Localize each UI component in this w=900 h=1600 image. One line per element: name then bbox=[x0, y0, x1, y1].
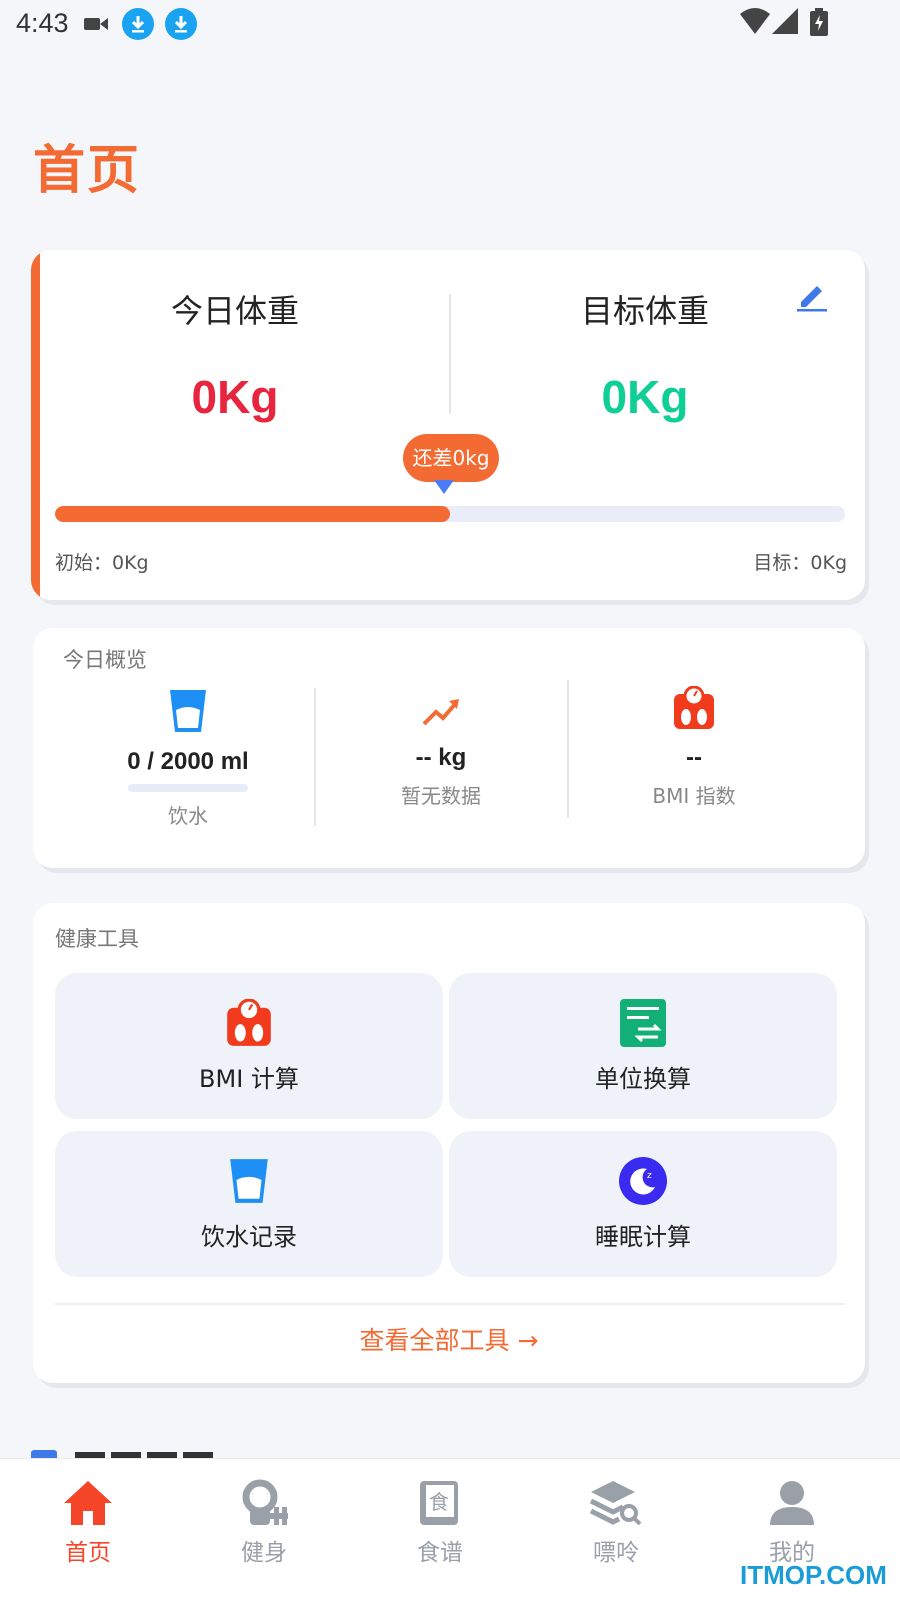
tab-fitness[interactable]: 健身 bbox=[204, 1479, 324, 1567]
weight-progress-fill bbox=[55, 506, 450, 522]
scale-icon bbox=[673, 685, 715, 734]
target-weight-label: 目标体重 bbox=[580, 292, 709, 330]
tools-separator bbox=[55, 1303, 845, 1305]
weight-card: 今日体重 0Kg 目标体重 0Kg 还差0kg 初始：0Kg 目标：0Kg bbox=[31, 250, 865, 600]
tab-label: 首页 bbox=[65, 1540, 111, 1566]
goal-weight: 目标：0Kg bbox=[753, 552, 847, 574]
tool-bmi-calculator[interactable]: BMI 计算 bbox=[55, 973, 443, 1119]
water-progress-bar bbox=[128, 784, 248, 792]
weight-difference-badge: 还差0kg bbox=[403, 434, 499, 482]
home-icon bbox=[62, 1481, 114, 1531]
water-stat[interactable]: 0 / 2000 ml 饮水 bbox=[63, 688, 313, 829]
today-weight-label: 今日体重 bbox=[170, 292, 299, 330]
status-bar: 4:43 bbox=[0, 0, 900, 48]
overview-card: 今日概览 0 / 2000 ml 饮水 -- kg 暂无数据 -- BMI 指数 bbox=[33, 628, 865, 868]
tab-home[interactable]: 首页 bbox=[28, 1479, 148, 1567]
tool-label: 睡眠计算 bbox=[595, 1223, 691, 1251]
tool-sleep-calculator[interactable]: z 睡眠计算 bbox=[449, 1131, 837, 1277]
battery-charging-icon bbox=[810, 8, 828, 40]
moon-icon: z bbox=[619, 1157, 667, 1209]
weight-trend-value: -- kg bbox=[415, 744, 467, 771]
tab-recipes[interactable]: 食 食谱 bbox=[380, 1479, 500, 1567]
recipe-book-icon: 食 bbox=[418, 1481, 462, 1531]
edit-icon[interactable] bbox=[795, 278, 829, 316]
target-weight: 目标体重 0Kg bbox=[455, 286, 835, 424]
tab-profile[interactable]: 我的 bbox=[732, 1479, 852, 1567]
start-weight: 初始：0Kg bbox=[55, 552, 149, 574]
tool-unit-converter[interactable]: 单位换算 bbox=[449, 973, 837, 1119]
tab-label: 食谱 bbox=[417, 1540, 463, 1566]
convert-icon bbox=[620, 999, 666, 1051]
download-icon bbox=[122, 8, 154, 40]
profile-icon bbox=[768, 1481, 816, 1531]
health-tools-title: 健康工具 bbox=[55, 927, 139, 951]
bmi-value: -- bbox=[686, 744, 702, 771]
overview-title: 今日概览 bbox=[63, 648, 147, 672]
target-weight-value: 0Kg bbox=[601, 371, 689, 423]
svg-text:z: z bbox=[647, 1171, 652, 1181]
tab-purine[interactable]: 嘌呤 bbox=[556, 1479, 676, 1567]
bmi-label: BMI 指数 bbox=[652, 784, 736, 808]
today-weight: 今日体重 0Kg bbox=[45, 286, 425, 424]
weight-trend-stat[interactable]: -- kg 暂无数据 bbox=[316, 694, 566, 809]
page-title: 首页 bbox=[33, 141, 142, 201]
tool-label: BMI 计算 bbox=[199, 1065, 299, 1093]
progress-marker-icon bbox=[434, 480, 454, 494]
watermark: ITMOP.COM bbox=[740, 1560, 887, 1590]
today-weight-value: 0Kg bbox=[191, 371, 279, 423]
download-icon bbox=[165, 8, 197, 40]
water-label: 饮水 bbox=[168, 804, 208, 828]
trend-up-icon bbox=[421, 699, 461, 734]
tab-label: 嘌呤 bbox=[593, 1540, 639, 1566]
svg-text:食: 食 bbox=[429, 1490, 449, 1514]
fitness-icon bbox=[238, 1479, 290, 1531]
status-time: 4:43 bbox=[16, 8, 69, 38]
weight-trend-label: 暂无数据 bbox=[401, 784, 481, 808]
signal-icon bbox=[772, 8, 798, 38]
weight-progress-bar bbox=[55, 506, 845, 522]
tab-label: 健身 bbox=[241, 1540, 287, 1566]
tool-water-record[interactable]: 饮水记录 bbox=[55, 1131, 443, 1277]
card-accent-bar bbox=[31, 250, 40, 600]
water-value: 0 / 2000 ml bbox=[127, 748, 249, 775]
scale-icon bbox=[226, 998, 272, 1051]
weight-divider bbox=[449, 294, 451, 414]
water-cup-icon bbox=[228, 1157, 270, 1209]
bmi-stat[interactable]: -- BMI 指数 bbox=[569, 685, 819, 809]
health-tools-card: 健康工具 BMI 计算 单位换算 饮水记录 z 睡眠计算 查看全部工具 → bbox=[33, 903, 865, 1383]
view-all-tools-link[interactable]: 查看全部工具 → bbox=[33, 1321, 865, 1357]
video-camera-icon bbox=[84, 16, 108, 36]
wifi-icon bbox=[740, 8, 770, 38]
layers-search-icon bbox=[589, 1481, 643, 1531]
tool-label: 单位换算 bbox=[595, 1065, 691, 1093]
tool-label: 饮水记录 bbox=[201, 1223, 297, 1251]
water-cup-icon bbox=[168, 690, 208, 738]
